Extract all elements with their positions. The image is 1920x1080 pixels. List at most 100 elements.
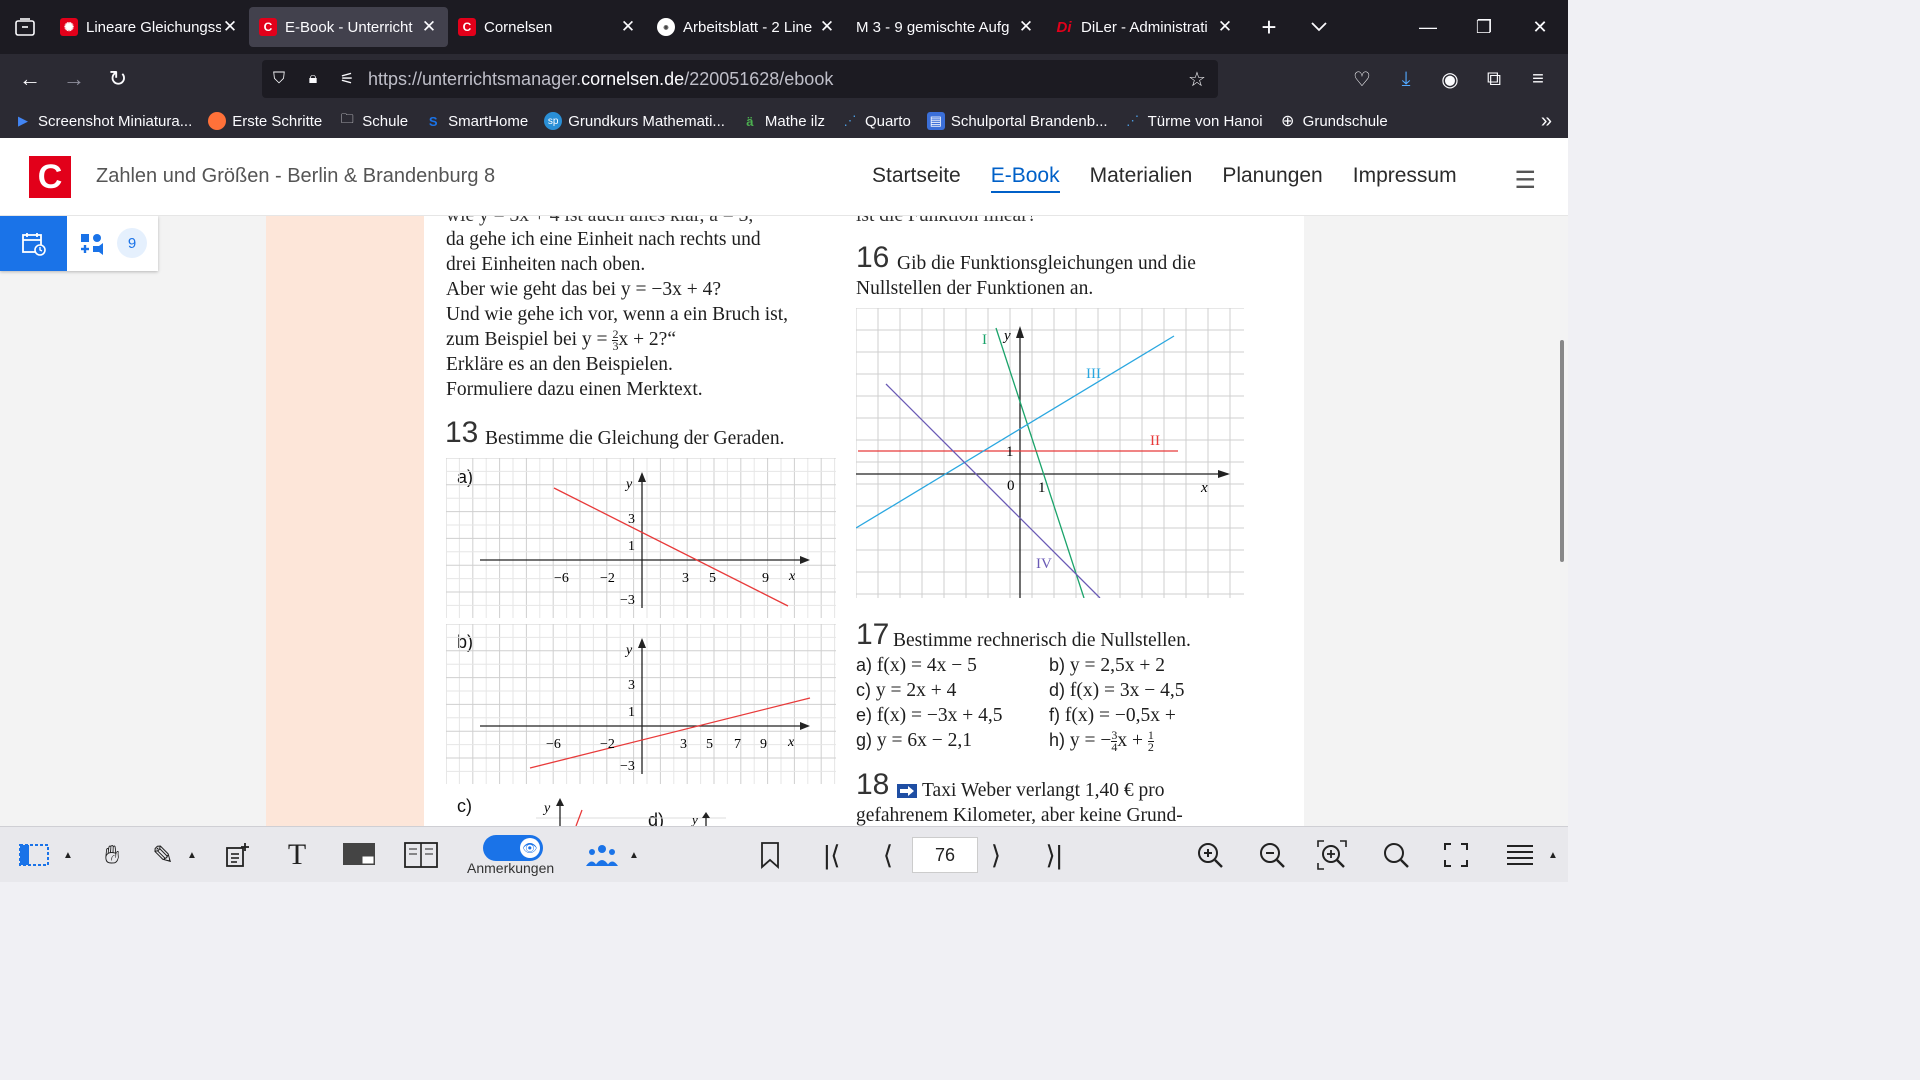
bookmark-screenshot[interactable]: ▶ Screenshot Miniatura...: [14, 112, 192, 130]
url-text[interactable]: https://unterrichtsmanager.cornelsen.de/…: [368, 69, 833, 90]
globe-icon: ⊕: [1280, 113, 1295, 130]
bookmark-grundkurs[interactable]: sp Grundkurs Mathemati...: [544, 112, 725, 130]
minimize-icon[interactable]: —: [1400, 0, 1456, 54]
text-tool-icon[interactable]: T: [278, 827, 316, 883]
close-icon[interactable]: ✕: [221, 17, 239, 37]
permissions-icon[interactable]: ⚟: [330, 69, 364, 89]
eye-icon: 👁︎: [520, 838, 540, 858]
tab-diler[interactable]: Di DiLer - Administrati ✕: [1045, 7, 1244, 47]
bookmark-icon[interactable]: [752, 827, 788, 883]
navigation-bar: ← → ↻ ⛉ 🔒︎ ⚟ https://unterrichtsmanager.…: [0, 54, 1568, 104]
nav-planungen[interactable]: Planungen: [1222, 164, 1322, 193]
tab-m3-aufgaben[interactable]: M 3 - 9 gemischte Aufg ✕: [846, 7, 1045, 47]
add-note-icon[interactable]: [218, 827, 256, 883]
caret-up-icon[interactable]: ▲: [624, 827, 644, 883]
tab-title: M 3 - 9 gemischte Aufg: [856, 18, 1010, 36]
url-bar[interactable]: ⛉ 🔒︎ ⚟ https://unterrichtsmanager.cornel…: [262, 60, 1218, 98]
list-menu-icon[interactable]: [1500, 827, 1540, 883]
nav-ebook[interactable]: E-Book: [990, 164, 1060, 193]
bookmark-tuerme-hanoi[interactable]: ⋰ Türme von Hanoi: [1124, 112, 1263, 130]
graph-13d-partial: y: [690, 812, 710, 826]
calendar-clock-icon[interactable]: [0, 216, 67, 271]
task-17g: g) y = 6x − 2,1: [856, 728, 972, 753]
bookmark-schulportal[interactable]: ▤ Schulportal Brandenb...: [926, 112, 1108, 130]
axis-label: y: [624, 477, 633, 492]
account-icon[interactable]: ◉: [1428, 54, 1472, 104]
task-17b: b) y = 2,5x + 2: [1049, 653, 1165, 678]
caret-up-icon[interactable]: ▲: [182, 827, 202, 883]
back-icon[interactable]: ←: [8, 61, 52, 97]
hand-tool-icon[interactable]: ✋︎: [92, 827, 132, 883]
fullscreen-icon[interactable]: [1436, 827, 1476, 883]
tab-cornelsen[interactable]: C Cornelsen ✕: [448, 7, 647, 47]
bookmark-erste-schritte[interactable]: Erste Schritte: [208, 112, 322, 130]
book-view-icon[interactable]: [400, 827, 442, 883]
next-page-icon[interactable]: ⟩: [978, 827, 1014, 883]
bookmark-mathe-ilz[interactable]: ä Mathe ilz: [741, 112, 825, 130]
bookmark-schule[interactable]: 🗀︎ Schule: [338, 111, 408, 130]
menu-icon[interactable]: ≡: [1516, 54, 1560, 104]
zoom-fit-icon[interactable]: [1312, 827, 1352, 883]
pocket-icon[interactable]: ♡: [1340, 54, 1384, 104]
bookmark-label: Grundschule: [1302, 112, 1388, 130]
pen-tool-icon[interactable]: ✎: [146, 827, 180, 883]
close-icon[interactable]: ✕: [1216, 17, 1234, 37]
axis-label: y: [624, 643, 633, 658]
sidebar-toggle-icon[interactable]: [12, 827, 56, 883]
nav-startseite[interactable]: Startseite: [872, 164, 961, 193]
previous-page-icon[interactable]: ⟨: [870, 827, 906, 883]
cornelsen-logo[interactable]: C: [29, 156, 71, 198]
bookmark-grundschule[interactable]: ⊕ Grundschule: [1279, 112, 1388, 131]
extensions-icon[interactable]: ⧉: [1472, 54, 1516, 104]
task-expression: y = 2,5x + 2: [1069, 655, 1166, 676]
arrow-icon: [1016, 326, 1024, 338]
nav-impressum[interactable]: Impressum: [1353, 164, 1457, 193]
users-group-icon[interactable]: [582, 827, 622, 883]
close-icon[interactable]: ✕: [818, 17, 836, 37]
tick-label: 9: [762, 571, 769, 586]
more-bookmarks-icon[interactable]: »: [1541, 110, 1552, 133]
close-icon[interactable]: ✕: [619, 17, 637, 37]
first-page-icon[interactable]: |⟨: [814, 827, 850, 883]
tab-arbeitsblatt[interactable]: ◉ Arbeitsblatt - 2 Line ✕: [647, 7, 846, 47]
nav-materialien[interactable]: Materialien: [1090, 164, 1193, 193]
bookmark-smarthome[interactable]: S SmartHome: [424, 112, 528, 130]
window-close-icon[interactable]: ✕: [1512, 0, 1568, 54]
zoom-in-icon[interactable]: [1190, 827, 1230, 883]
cut-off-text: ist die Funktion linear?: [856, 216, 1036, 228]
hamburger-menu-icon[interactable]: ☰: [1514, 166, 1536, 195]
annotations-label: Anmerkungen: [467, 860, 555, 876]
chevron-down-icon[interactable]: [1294, 0, 1344, 54]
zoom-out-icon[interactable]: [1252, 827, 1292, 883]
task-expression: f(x) = −3x + 4,5: [876, 705, 1003, 726]
forward-icon[interactable]: →: [52, 61, 96, 97]
page-number-input[interactable]: 76: [912, 837, 978, 873]
whiteboard-icon[interactable]: [338, 827, 380, 883]
tab-ebook[interactable]: C E-Book - Unterricht ✕: [249, 7, 448, 47]
annotations-toggle[interactable]: 👁︎: [483, 835, 543, 861]
star-bookmark-icon[interactable]: ☆: [1180, 67, 1214, 92]
close-icon[interactable]: ✕: [1017, 17, 1035, 37]
caret-up-icon[interactable]: ▲: [1544, 827, 1562, 883]
search-icon[interactable]: [1376, 827, 1416, 883]
tick-label: 9: [760, 737, 767, 752]
shield-icon[interactable]: ⛉: [262, 70, 296, 88]
firefox-icon: [208, 112, 227, 130]
last-page-icon[interactable]: ⟩|: [1036, 827, 1072, 883]
media-icon[interactable]: [67, 216, 117, 271]
tab-list-icon[interactable]: [0, 0, 50, 54]
reload-icon[interactable]: ↻: [96, 61, 140, 97]
download-icon[interactable]: ⤓: [1384, 54, 1428, 104]
bookmarks-bar: ▶ Screenshot Miniatura... Erste Schritte …: [0, 104, 1568, 138]
scrollbar[interactable]: [1560, 340, 1564, 562]
close-icon[interactable]: ✕: [420, 17, 438, 37]
new-tab-icon[interactable]: +: [1244, 0, 1294, 54]
caret-up-icon[interactable]: ▲: [58, 827, 78, 883]
tab-lineare-gleichungen[interactable]: ✺ Lineare Gleichungss ✕: [50, 7, 249, 47]
restore-icon[interactable]: ❐: [1456, 0, 1512, 54]
bookmark-label: Screenshot Miniatura...: [38, 112, 193, 130]
text-line: da gehe ich eine Einheit nach rechts und: [446, 229, 761, 250]
media-count-badge[interactable]: 9: [117, 228, 147, 258]
lock-icon[interactable]: 🔒︎: [296, 70, 330, 88]
bookmark-quarto[interactable]: ⋰ Quarto: [841, 112, 910, 130]
